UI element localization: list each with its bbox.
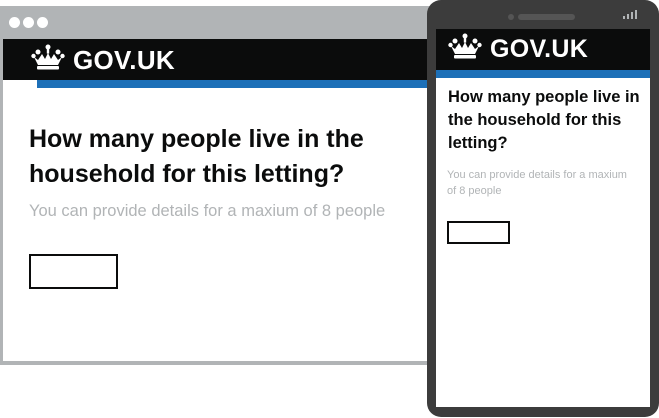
signal-icon — [623, 10, 637, 19]
logo-text: GOV.UK — [73, 44, 175, 75]
window-dot — [9, 17, 20, 28]
hint-text: You can provide details for a maxium of … — [29, 202, 386, 220]
desktop-frame-bottom — [0, 363, 436, 365]
govuk-logo-link[interactable]: GOV.UK — [448, 33, 589, 66]
header-blue-rule — [37, 80, 436, 88]
camera-icon — [508, 14, 514, 20]
window-dot — [23, 17, 34, 28]
logo-text: GOV.UK — [490, 34, 589, 63]
govuk-header: GOV.UK — [436, 29, 650, 70]
crown-icon — [448, 33, 482, 66]
govuk-header: GOV.UK — [3, 39, 436, 80]
mobile-page: GOV.UK How many people live in the house… — [436, 29, 650, 407]
header-blue-rule — [436, 70, 650, 78]
govuk-logo-link[interactable]: GOV.UK — [31, 44, 175, 77]
people-count-input[interactable] — [29, 254, 118, 289]
browser-dots-icon — [9, 17, 48, 28]
crown-icon — [31, 44, 65, 77]
desktop-page: GOV.UK How many people live in the house… — [3, 39, 436, 361]
people-count-input[interactable] — [447, 221, 510, 244]
speaker-icon — [518, 14, 575, 20]
desktop-browser-mockup: GOV.UK How many people live in the house… — [0, 6, 436, 365]
window-dot — [37, 17, 48, 28]
question-heading: How many people live in the household fo… — [29, 125, 364, 188]
hint-text: You can provide details for a maxium of … — [447, 169, 627, 197]
mobile-phone-mockup: GOV.UK How many people live in the house… — [427, 0, 659, 417]
question-heading: How many people live in the household fo… — [448, 88, 640, 152]
